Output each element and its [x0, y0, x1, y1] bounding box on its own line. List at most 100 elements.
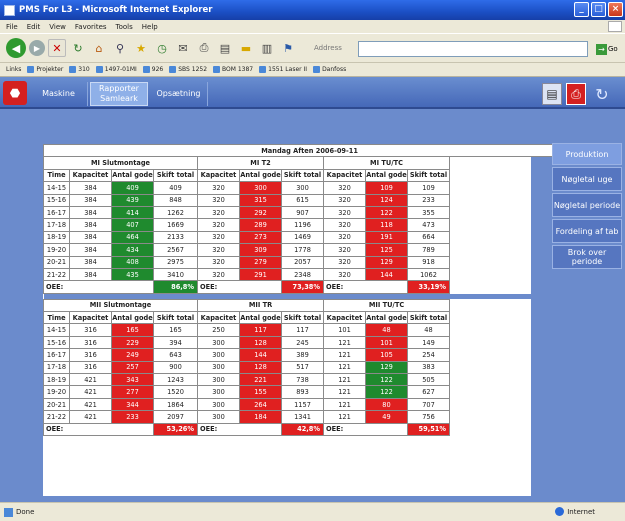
table-cell: 264	[239, 397, 282, 412]
tab-opsaetning[interactable]: Opsætning	[150, 82, 208, 106]
column-header: Kapacitet	[69, 311, 112, 325]
oee-value: 59,51%	[407, 422, 450, 437]
sidebar-item-fordeling-af-tab[interactable]: Fordeling af tab	[552, 219, 622, 243]
link-sbs[interactable]: SBS 1252	[169, 66, 207, 73]
menu-tools[interactable]: Tools	[116, 23, 133, 31]
edit-icon[interactable]: ▤	[216, 39, 234, 57]
discuss-icon[interactable]: ▥	[258, 39, 276, 57]
history-icon[interactable]: ◷	[153, 39, 171, 57]
sidebar-item-noegletal-periode[interactable]: Nøgletal periode	[552, 193, 622, 217]
menu-file[interactable]: File	[6, 23, 18, 31]
messenger-icon[interactable]: ⚑	[279, 39, 297, 57]
column-header: Time	[43, 168, 70, 183]
table-cell: 109	[365, 181, 408, 195]
table-cell: 122	[365, 385, 408, 399]
home-icon[interactable]: ⌂	[90, 39, 108, 57]
table-cell: 128	[239, 335, 282, 350]
table-cell: 19-20	[43, 243, 70, 257]
column-header: Kapacitet	[69, 168, 112, 183]
table-row: 14-15 316 165 165 250 117 117 101 48 48	[43, 323, 576, 337]
link-310[interactable]: 310	[69, 66, 90, 73]
search-icon[interactable]: ⚲	[111, 39, 129, 57]
document-icon[interactable]: ▤	[542, 83, 562, 105]
tab-rapporter-samleark[interactable]: Rapporter Samleark	[90, 82, 148, 106]
table-cell: 343	[111, 373, 154, 387]
table-cell: 2057	[281, 255, 324, 269]
sidebar-item-brok-over-periode[interactable]: Brok over periode	[552, 245, 622, 269]
table-cell: 435	[111, 267, 154, 282]
table-cell: 2567	[153, 243, 198, 257]
print-icon[interactable]: ⎙	[195, 39, 213, 57]
table-cell: 292	[239, 205, 282, 220]
table-cell: 273	[239, 230, 282, 245]
menu-favorites[interactable]: Favorites	[75, 23, 107, 31]
table-cell: 300	[197, 348, 240, 362]
table-cell: 439	[111, 193, 154, 207]
table-cell: 121	[323, 397, 366, 412]
table-cell: 320	[197, 181, 240, 195]
link-danfoss[interactable]: Danfoss	[313, 66, 346, 73]
table-cell: 316	[69, 348, 112, 362]
minimize-button[interactable]: _	[574, 2, 589, 17]
favorites-icon[interactable]: ★	[132, 39, 150, 57]
table-row: 16-17 384 414 1262 320 292 907 320 122 355	[43, 205, 576, 220]
column-header: Antal gode	[365, 168, 408, 183]
table-cell: 16-17	[43, 348, 70, 362]
line-name: MI Slutmontage	[43, 156, 198, 170]
report-header-row: Mandag Aften 2006-09-11	[42, 143, 577, 158]
back-icon[interactable]: ◀	[6, 38, 26, 58]
menu-view[interactable]: View	[49, 23, 66, 31]
sidebar-item-produktion[interactable]: Produktion	[552, 143, 622, 165]
table-cell: 707	[407, 397, 450, 412]
table-cell: 900	[153, 360, 198, 375]
line-name-row: MI Slutmontage MI T2 MI TU/TC	[43, 156, 576, 170]
stop-icon[interactable]: ✕	[48, 39, 66, 57]
table-cell: 125	[365, 243, 408, 257]
table-cell: 320	[197, 243, 240, 257]
link-laser[interactable]: 1551 Laser II	[259, 66, 307, 73]
refresh-report-icon[interactable]: ↻	[592, 83, 612, 105]
close-button[interactable]: ×	[608, 2, 623, 17]
table-cell: 17-18	[43, 218, 70, 232]
folder-icon[interactable]: ▬	[237, 39, 255, 57]
table-cell: 355	[407, 205, 450, 220]
maximize-button[interactable]: □	[591, 2, 606, 17]
refresh-icon[interactable]: ↻	[69, 39, 87, 57]
table-cell: 121	[323, 348, 366, 362]
table-cell: 320	[197, 218, 240, 232]
table-cell: 20-21	[43, 397, 70, 412]
table-cell: 129	[365, 255, 408, 269]
oee-row: OEE: 53,26% OEE: 42,8% OEE: 59,51%	[43, 422, 576, 437]
print-report-icon[interactable]: ⎙	[566, 83, 586, 105]
page-icon	[4, 507, 13, 517]
table-cell: 384	[69, 205, 112, 220]
table-cell: 320	[323, 255, 366, 269]
table-cell: 121	[323, 410, 366, 424]
mail-icon[interactable]: ✉	[174, 39, 192, 57]
table-cell: 383	[407, 360, 450, 375]
app-logo: ⬣	[3, 81, 27, 105]
sidebar-item-noegletal-uge[interactable]: Nøgletal uge	[552, 167, 622, 191]
links-bar: Links Projekter 310 1497-01MI 926 SBS 12…	[0, 63, 625, 77]
menu-help[interactable]: Help	[142, 23, 158, 31]
tab-maskine[interactable]: Maskine	[30, 82, 88, 106]
link-bom[interactable]: BOM 1387	[213, 66, 253, 73]
forward-icon[interactable]: ▶	[29, 40, 45, 56]
table-cell: 414	[111, 205, 154, 220]
table-cell: 122	[365, 373, 408, 387]
table-row: 17-18 316 257 900 300 128 517 121 129 383	[43, 360, 576, 375]
status-text: Done	[16, 508, 35, 516]
table-cell: 14-15	[43, 323, 70, 337]
oee-value: 53,26%	[153, 422, 198, 437]
table-cell: 421	[69, 385, 112, 399]
link-926[interactable]: 926	[142, 66, 163, 73]
table-cell: 1196	[281, 218, 324, 232]
table-cell: 320	[323, 267, 366, 282]
address-input[interactable]	[358, 41, 588, 57]
link-1497[interactable]: 1497-01MI	[95, 66, 137, 73]
table-cell: 320	[323, 243, 366, 257]
go-button[interactable]: → Go	[596, 41, 622, 57]
menu-edit[interactable]: Edit	[27, 23, 41, 31]
column-header: Skift total	[407, 311, 450, 325]
link-projekter[interactable]: Projekter	[27, 66, 63, 73]
